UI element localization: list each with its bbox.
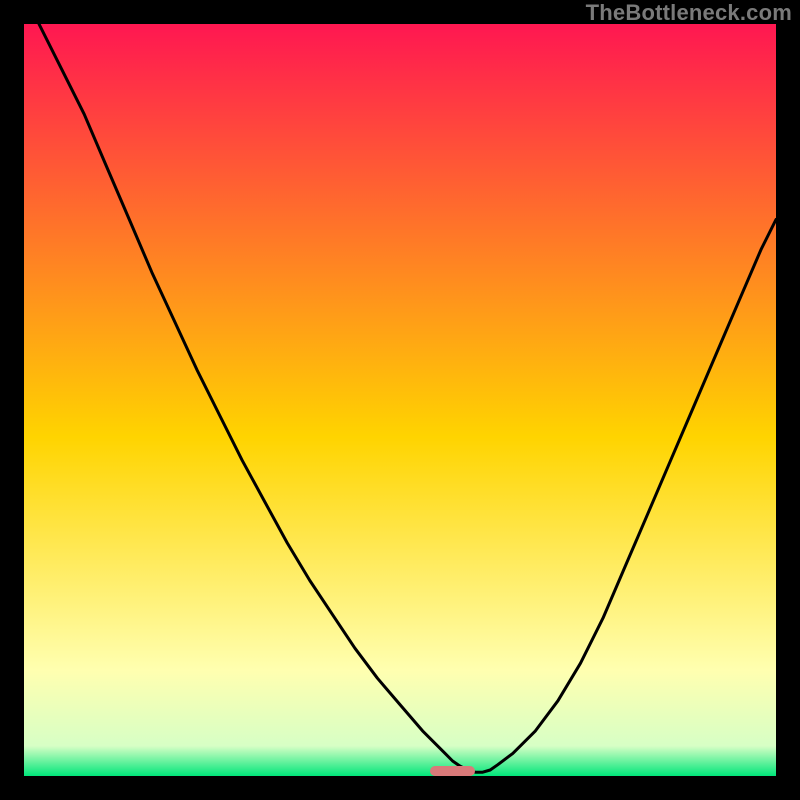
optimal-range-marker (430, 766, 475, 776)
bottleneck-curve (24, 24, 776, 776)
watermark-text: TheBottleneck.com (586, 0, 792, 26)
plot-area (24, 24, 776, 776)
chart-frame: TheBottleneck.com (0, 0, 800, 800)
